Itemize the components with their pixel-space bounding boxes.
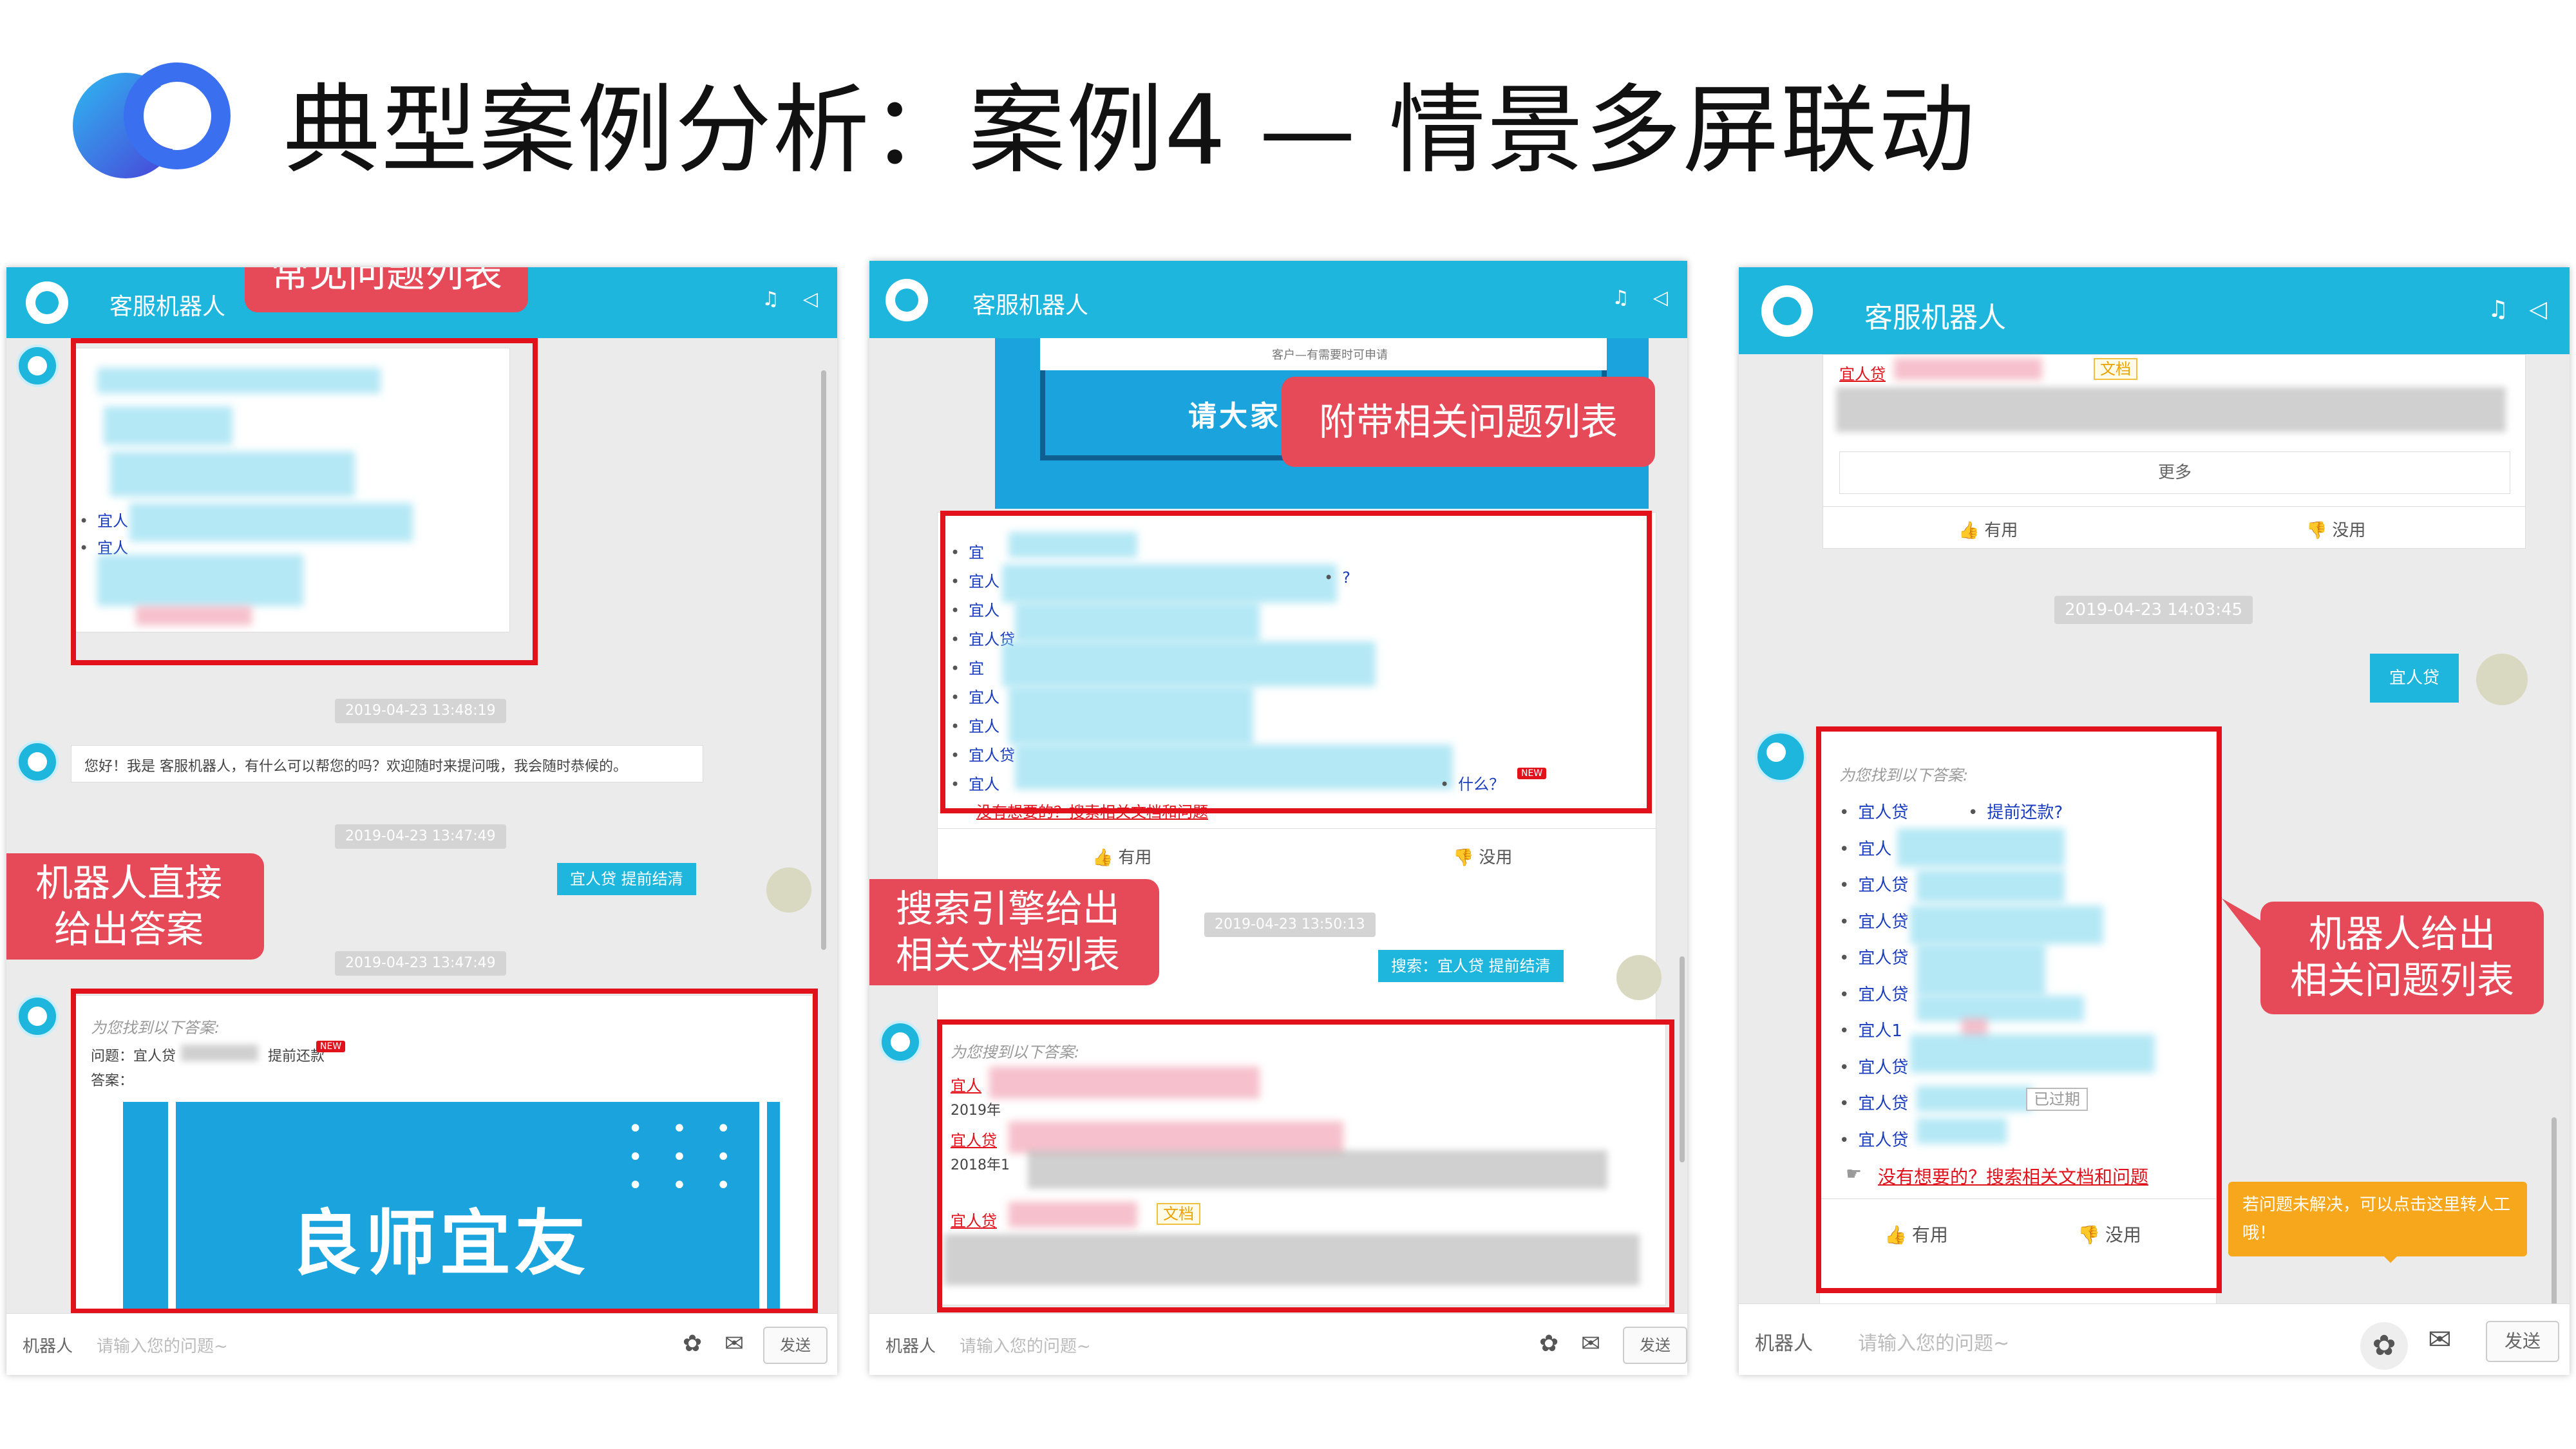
highlight-box — [71, 338, 538, 665]
timestamp: 2019-04-23 14:03:45 — [2054, 596, 2253, 624]
speaker-icon[interactable]: ◁ — [2529, 296, 2547, 323]
greeting-bubble: 您好！我是 客服机器人，有什么可以帮您的吗？欢迎随时来提问哦，我会随时恭候的。 — [71, 745, 703, 782]
input-bar: 机器人 请输入您的问题~ ✿ ✉ 发送 — [1739, 1303, 2570, 1375]
useless-button[interactable]: 👎 没用 — [2306, 517, 2365, 541]
highlight-box — [940, 511, 1652, 813]
callout-related-list: 附带相关问题列表 — [1282, 377, 1655, 467]
bell-icon[interactable]: ♫ — [2488, 296, 2508, 323]
send-button[interactable]: 发送 — [2486, 1321, 2559, 1362]
robot-avatar — [879, 1021, 922, 1063]
chat-header: 客服机器人 ♫ ◁ — [1739, 267, 2570, 354]
thumbs-down-icon: 👎 — [1453, 848, 1474, 867]
slide-title: 典型案例分析：案例4 — 情景多屏联动 — [283, 75, 1976, 187]
question-input[interactable]: 请输入您的问题~ — [1858, 1327, 2009, 1356]
mail-icon[interactable]: ✉ — [2428, 1323, 2452, 1356]
bell-icon[interactable]: ♫ — [1612, 287, 1629, 309]
user-avatar — [2476, 654, 2528, 705]
input-bar: 机器人 请输入您的问题~ ✿ ✉ 发送 — [6, 1313, 837, 1375]
robot-mode-select[interactable]: 机器人 — [1755, 1327, 1813, 1356]
mail-icon[interactable]: ✉ — [724, 1331, 744, 1357]
apps-icon[interactable]: ✿ — [1539, 1331, 1558, 1357]
chat-window-3: 客服机器人 ♫ ◁ 宜人贷 文档 更多 👍 有用 👎 没用 2019-04-23 1… — [1739, 267, 2570, 1375]
send-button[interactable]: 发送 — [763, 1327, 828, 1364]
question-input[interactable]: 请输入您的问题~ — [960, 1333, 1091, 1357]
robot-avatar-icon — [886, 279, 928, 321]
timestamp: 2019-04-23 13:47:49 — [335, 824, 506, 849]
chat-header: 客服机器人 ♫ ◁ — [869, 261, 1687, 338]
chat-title: 客服机器人 — [109, 294, 226, 320]
robot-avatar-icon — [26, 281, 68, 324]
chat-window-2: 客服机器人 ♫ ◁ 客户—有需要时可申请 请大家 附带相关问题列表 宜 宜人 宜… — [869, 261, 1687, 1375]
question-input[interactable]: 请输入您的问题~ — [97, 1333, 228, 1357]
thumbs-up-icon: 👍 — [1092, 848, 1113, 867]
logo-icon — [73, 62, 231, 178]
robot-avatar — [16, 741, 59, 783]
callout-related-questions: 机器人给出 相关问题列表 — [2260, 902, 2544, 1014]
user-message: 宜人贷 提前结清 — [557, 863, 696, 895]
callout-doc-list: 搜索引擎给出 相关文档列表 — [869, 879, 1159, 985]
user-avatar — [766, 867, 811, 913]
speaker-icon[interactable]: ◁ — [803, 288, 818, 310]
doc-tag: 文档 — [2094, 358, 2137, 380]
apps-icon[interactable]: ✿ — [683, 1331, 702, 1357]
thumbs-down-icon: 👎 — [2306, 521, 2327, 540]
useful-button[interactable]: 👍 有用 — [1092, 844, 1151, 868]
previous-card: 宜人贷 文档 更多 👍 有用 👎 没用 — [1823, 354, 2526, 549]
robot-mode-select[interactable]: 机器人 — [23, 1333, 73, 1357]
send-button[interactable]: 发送 — [1623, 1327, 1687, 1364]
timestamp: 2019-04-23 13:48:19 — [335, 699, 506, 723]
timestamp: 2019-04-23 13:50:13 — [1204, 913, 1376, 937]
useless-button[interactable]: 👎 没用 — [1453, 844, 1512, 868]
user-avatar — [1616, 955, 1662, 1000]
mail-icon[interactable]: ✉ — [1581, 1331, 1600, 1357]
highlight-box — [937, 1019, 1674, 1312]
callout-pointer — [2222, 898, 2267, 956]
highlight-box — [1816, 726, 2222, 1293]
highlight-box — [71, 989, 818, 1314]
thumbs-up-icon: 👍 — [1958, 521, 1980, 540]
doc-link[interactable]: 宜人贷 — [1839, 361, 1886, 384]
robot-avatar — [16, 995, 59, 1037]
chat-title: 客服机器人 — [972, 292, 1089, 319]
callout-faq-list: 常见问题列表 — [245, 267, 528, 312]
bell-icon[interactable]: ♫ — [762, 288, 779, 310]
robot-avatar — [16, 345, 59, 387]
callout-direct-answer: 机器人直接 给出答案 — [6, 853, 264, 960]
user-message: 宜人贷 — [2370, 654, 2459, 703]
input-bar: 机器人 请输入您的问题~ ✿ ✉ 发送 — [869, 1313, 1687, 1375]
speaker-icon[interactable]: ◁ — [1653, 287, 1668, 309]
transfer-to-human-tip[interactable]: 若问题未解决，可以点击这里转人工哦！ — [2228, 1182, 2527, 1263]
more-button[interactable]: 更多 — [1839, 451, 2510, 494]
chat-window-1: 客服机器人 ♫ ◁ 宜人 宜人 常见问题列表 2019-04-23 13:48:… — [6, 267, 837, 1375]
useful-button[interactable]: 👍 有用 — [1958, 517, 2018, 541]
robot-mode-select[interactable]: 机器人 — [886, 1333, 936, 1357]
timestamp: 2019-04-23 13:47:49 — [335, 951, 506, 976]
robot-avatar — [1755, 731, 1806, 782]
chat-title: 客服机器人 — [1864, 301, 2006, 334]
user-message: 搜索：宜人贷 提前结清 — [1378, 950, 1564, 982]
apps-icon[interactable]: ✿ — [2360, 1322, 2408, 1370]
robot-avatar-icon — [1761, 285, 1813, 337]
